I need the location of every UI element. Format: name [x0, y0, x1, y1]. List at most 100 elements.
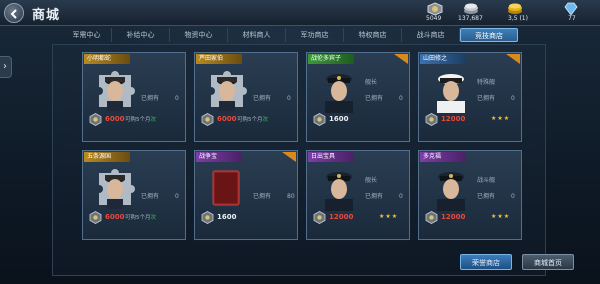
purchase-limit-note: 可购5个月次	[125, 115, 156, 123]
tab-material-merchant[interactable]: 材料商人	[228, 28, 286, 42]
resource-gold: 3,5 (1)	[506, 2, 540, 24]
shop-card[interactable]: 芦田家伯 已拥有 0 6000 可购5个月次	[194, 52, 298, 142]
card-price: 6000	[105, 115, 125, 123]
card-role: 舰长	[365, 79, 378, 86]
honor-shop-button[interactable]: 荣誉商店	[460, 254, 512, 270]
owned-count: 0	[511, 193, 515, 200]
owned-label: 已拥有	[477, 193, 496, 200]
back-arrow-icon	[10, 9, 17, 19]
star-rating: ★★★	[379, 213, 399, 220]
tab-battle-shop[interactable]: 战斗商店	[402, 28, 460, 42]
card-price: 12000	[441, 213, 466, 221]
note-text: 可购5个月	[237, 117, 263, 123]
owned-label: 已拥有	[253, 95, 272, 102]
rank-medal-icon	[313, 111, 326, 126]
officer-portrait	[89, 65, 141, 113]
medal-icon	[427, 2, 443, 16]
shop-card[interactable]: 战争宝已拥有 80 1600	[194, 150, 298, 240]
star-rating: ★★★	[491, 115, 511, 122]
rank-medal-icon	[201, 209, 214, 224]
shop-card[interactable]: 山田修之特殊舰已拥有 0 12000 ★★★	[418, 52, 522, 142]
owned-label: 已拥有	[477, 95, 496, 102]
coins-icon	[464, 3, 478, 14]
card-name-ribbon: 小明都蛇	[84, 54, 130, 64]
rank-medal-icon	[89, 209, 102, 224]
owned-label: 已拥有	[365, 193, 384, 200]
note-text: 可购5个月	[125, 117, 151, 123]
diamond-icon	[564, 2, 578, 16]
tab-privilege-shop[interactable]: 特权商店	[344, 28, 402, 42]
shop-card[interactable]: 多克福战斗舰已拥有 0 12000 ★★★	[418, 150, 522, 240]
card-role: 战斗舰	[477, 177, 496, 184]
owned-count: 0	[399, 95, 403, 102]
owned-label: 已拥有	[141, 95, 160, 102]
card-info: 特殊舰已拥有 0	[477, 79, 519, 102]
back-button[interactable]	[4, 3, 24, 23]
shop-card[interactable]: 战伦多宾子舰长已拥有 0 1600	[306, 52, 410, 142]
card-info: 战斗舰已拥有 0	[477, 177, 519, 200]
tab-supply-center[interactable]: 补给中心	[112, 28, 170, 42]
tab-military-supply[interactable]: 军需中心	[62, 28, 112, 42]
officer-portrait	[425, 163, 477, 211]
page-title: 商城	[32, 8, 61, 23]
shop-home-button[interactable]: 商城首页	[522, 254, 574, 270]
owned-label: 已拥有	[253, 193, 272, 200]
owned-count: 80	[287, 193, 295, 200]
owned-count: 0	[511, 95, 515, 102]
shop-card[interactable]: 小明都蛇已拥有 0 6000 可购5个月次	[82, 52, 186, 142]
officer-portrait	[313, 163, 365, 211]
card-info: 舰长已拥有 0	[365, 79, 407, 102]
card-name-ribbon: 多克福	[420, 152, 466, 162]
card-price: 12000	[329, 213, 354, 221]
owned-count: 0	[399, 193, 403, 200]
officer-portrait	[89, 163, 141, 211]
officer-portrait	[201, 65, 253, 113]
card-info: 舰长已拥有 0	[365, 177, 407, 200]
shop-card[interactable]: 日出宝具舰长已拥有 0 12000 ★★★	[306, 150, 410, 240]
officer-portrait	[313, 65, 365, 113]
note-highlight: 次	[150, 215, 157, 221]
card-name-ribbon: 日出宝具	[308, 152, 354, 162]
star-rating: ★★★	[491, 213, 511, 220]
side-expand-button[interactable]: ›	[0, 56, 12, 78]
card-name-ribbon: 芦田家伯	[196, 54, 242, 64]
shop-card[interactable]: 五条源国 已拥有 0 6000 可购5个月次	[82, 150, 186, 240]
resource-coins: 137,687	[458, 2, 502, 24]
card-name-ribbon: 战伦多宾子	[308, 54, 354, 64]
note-highlight: 次	[262, 117, 269, 123]
card-price: 1600	[329, 115, 349, 123]
new-corner-badge	[394, 54, 408, 64]
tab-merit-shop[interactable]: 军功商店	[286, 28, 344, 42]
owned-count: 0	[175, 95, 179, 102]
chevron-right-icon: ›	[3, 61, 7, 72]
gold-icon	[508, 3, 522, 14]
card-price: 1600	[217, 213, 237, 221]
card-name-ribbon: 战争宝	[196, 152, 242, 162]
card-role: 舰长	[365, 177, 378, 184]
tab-arena-shop[interactable]: 竞技商店	[460, 28, 518, 42]
book-icon	[201, 163, 253, 211]
rank-medal-icon	[313, 209, 326, 224]
purchase-limit-note: 可购5个月次	[237, 115, 268, 123]
shop-tabs: 军需中心 补给中心 物资中心 材料商人 军功商店 特权商店 战斗商店 竞技商店	[62, 28, 532, 42]
note-text: 可购5个月	[125, 215, 151, 221]
owned-count: 0	[175, 193, 179, 200]
card-price: 12000	[441, 115, 466, 123]
new-corner-badge	[506, 54, 520, 64]
owned-label: 已拥有	[365, 95, 384, 102]
card-price: 6000	[217, 115, 237, 123]
officer-portrait	[425, 65, 477, 113]
card-role: 特殊舰	[477, 79, 496, 86]
rank-medal-icon	[425, 209, 438, 224]
card-name-ribbon: 山田修之	[420, 54, 466, 64]
card-price: 6000	[105, 213, 125, 221]
rank-medal-icon	[425, 111, 438, 126]
resource-medal: 5049	[426, 2, 456, 24]
owned-label: 已拥有	[141, 193, 160, 200]
tab-goods-center[interactable]: 物资中心	[170, 28, 228, 42]
rank-medal-icon	[89, 111, 102, 126]
rank-medal-icon	[201, 111, 214, 126]
top-bar: 商城 5049 137,687 3,5 (1) 77	[0, 0, 600, 26]
purchase-limit-note: 可购5个月次	[125, 213, 156, 221]
note-highlight: 次	[150, 117, 157, 123]
